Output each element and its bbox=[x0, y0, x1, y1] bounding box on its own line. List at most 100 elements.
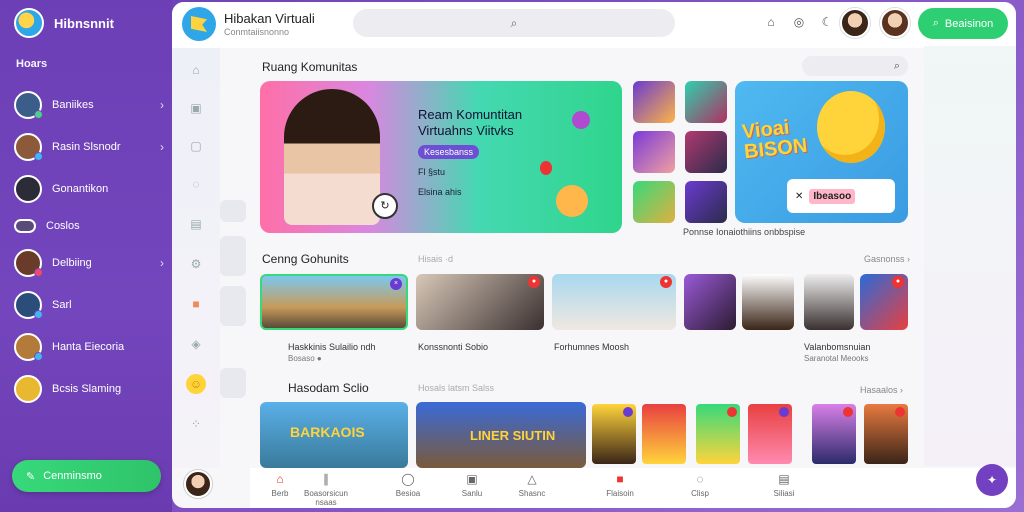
home-icon[interactable]: ⌂ bbox=[186, 60, 206, 80]
sidebar-item[interactable]: Coslos bbox=[14, 210, 164, 242]
chat-icon: ◯ bbox=[401, 472, 415, 486]
shield-icon[interactable]: ◈ bbox=[186, 334, 206, 354]
video-card[interactable]: × bbox=[260, 274, 408, 330]
sidebar-item[interactable]: Gonantikon bbox=[14, 168, 164, 210]
hero-banner[interactable]: ↻ Ream Komuntitan Virtuahns Viitvks Kese… bbox=[260, 81, 622, 233]
featured-card[interactable]: BARKAOIS bbox=[260, 402, 408, 468]
sidebar-item-label: Sarl bbox=[52, 299, 72, 311]
frame-icon[interactable]: ▢ bbox=[186, 136, 206, 156]
nav-item-box[interactable]: ▤ Siliasi bbox=[754, 472, 814, 498]
nav-item-message[interactable]: ◌ Clisp bbox=[670, 472, 730, 498]
filter-search-input[interactable]: ⌕ bbox=[802, 56, 908, 76]
see-more-link[interactable]: Gasnonss › bbox=[864, 254, 910, 264]
emoji-icon bbox=[556, 185, 588, 217]
sidebar-item-label: Delbiing bbox=[52, 257, 92, 269]
chat-icon[interactable]: ◌ bbox=[186, 174, 206, 194]
video-caption: Forhumnes Moosh bbox=[554, 342, 630, 352]
folder-icon[interactable]: ▤ bbox=[186, 214, 206, 234]
thumbnail[interactable] bbox=[633, 81, 675, 123]
search-button[interactable]: ⌕ Beaisinon bbox=[918, 8, 1008, 39]
balloon-icon bbox=[572, 111, 590, 129]
refresh-icon[interactable]: ↻ bbox=[372, 193, 398, 219]
section-tag: Hisais ·d bbox=[418, 254, 454, 264]
grid-icon[interactable]: ▣ bbox=[186, 98, 206, 118]
poster[interactable] bbox=[748, 404, 792, 464]
emoji-icon[interactable]: ☺ bbox=[186, 374, 206, 394]
avatar bbox=[14, 333, 43, 361]
thumbnail[interactable] bbox=[685, 131, 727, 173]
balloon-icon bbox=[540, 161, 552, 175]
thumbnail[interactable] bbox=[633, 181, 675, 223]
top-icons: ⌂ ◎ ☾ bbox=[764, 15, 834, 29]
section-title: Hasodam Sclio bbox=[288, 381, 369, 395]
search-icon: ⌕ bbox=[510, 15, 518, 30]
nav-item-card[interactable]: ■ Flaisoin bbox=[590, 472, 650, 498]
sidebar-item[interactable]: Delbiing › bbox=[14, 242, 164, 284]
thumbnail[interactable] bbox=[633, 131, 675, 173]
rail-panel-ghost bbox=[220, 236, 246, 276]
thumbnail[interactable] bbox=[685, 181, 727, 223]
nav-item-bell[interactable]: △ Shasnc bbox=[502, 472, 562, 498]
video-card[interactable]: ● bbox=[416, 274, 544, 330]
video-card[interactable] bbox=[804, 274, 854, 330]
nav-item-chat[interactable]: ◯ Besioa bbox=[378, 472, 438, 498]
gear-icon[interactable]: ⚙ bbox=[186, 254, 206, 274]
top-bar: Hibakan Virtuali Conmtaiisnonno ⌕ ⌂ ◎ ☾ … bbox=[172, 2, 1016, 48]
sidebar-item-label: Bcsis Slaming bbox=[52, 383, 122, 395]
sidebar-item[interactable]: Sarl bbox=[14, 284, 164, 326]
video-card[interactable] bbox=[684, 274, 736, 330]
poster[interactable] bbox=[812, 404, 856, 464]
search-input[interactable]: ⌕ bbox=[353, 9, 675, 37]
search-icon: ⌕ bbox=[893, 60, 900, 72]
nav-item-image[interactable]: ▣ Sanlu bbox=[442, 472, 502, 498]
app-title: Hibakan Virtuali bbox=[224, 11, 315, 26]
nav-item-bars[interactable]: ∥ Boasorsicun nsaas bbox=[296, 472, 356, 507]
featured-card[interactable]: LINER SIUTIN bbox=[416, 402, 586, 468]
sidebar-list: Baniikes › Rasin Slsnodr › Gonantikon Co… bbox=[14, 84, 164, 410]
nav-label: Besioa bbox=[395, 489, 421, 498]
video-subcaption: Bosaso ● bbox=[288, 354, 322, 363]
poster[interactable] bbox=[642, 404, 686, 464]
video-card[interactable]: ● bbox=[552, 274, 676, 330]
sidebar-item[interactable]: Rasin Slsnodr › bbox=[14, 126, 164, 168]
avatar[interactable] bbox=[184, 470, 212, 498]
sidebar: Hibnsnnit Hoars Baniikes › Rasin Slsnodr… bbox=[0, 0, 172, 512]
sidebar-item[interactable]: Hanta Eiecoria bbox=[14, 326, 164, 368]
sidebar-item[interactable]: Bcsis Slaming bbox=[14, 368, 164, 410]
sidebar-cta-button[interactable]: ✎ Cenminsmo bbox=[12, 460, 161, 492]
promo-caption: Ponnse Ionaiothiins onbbspise bbox=[683, 227, 806, 237]
poster[interactable] bbox=[592, 404, 636, 464]
badge-icon: ● bbox=[660, 276, 672, 288]
badge-icon: ● bbox=[528, 276, 540, 288]
avatar[interactable] bbox=[880, 8, 910, 38]
rail-panel-ghost bbox=[220, 200, 246, 222]
avatar bbox=[14, 291, 43, 319]
video-card[interactable]: ● bbox=[860, 274, 908, 330]
promo-cta[interactable]: ✕ Ibeasoo bbox=[787, 179, 895, 213]
box-icon[interactable]: ■ bbox=[186, 294, 206, 314]
chat-icon: ✦ bbox=[986, 473, 998, 487]
badge-icon: ● bbox=[892, 276, 904, 288]
promo-card[interactable]: Vioai BISON ✕ Ibeasoo bbox=[735, 81, 908, 223]
apps-icon[interactable]: ⁘ bbox=[186, 414, 206, 434]
poster[interactable] bbox=[864, 404, 908, 464]
video-card[interactable] bbox=[742, 274, 794, 330]
nav-label: Sanlu bbox=[461, 489, 483, 498]
chevron-right-icon: › bbox=[160, 256, 164, 270]
brand[interactable]: Hibnsnnit bbox=[14, 8, 114, 38]
hero-line: Fl §stu bbox=[418, 167, 446, 177]
floating-action-button[interactable]: ✦ bbox=[976, 464, 1008, 496]
avatar[interactable] bbox=[840, 8, 870, 38]
app-logo-icon[interactable] bbox=[182, 7, 216, 41]
settings-icon[interactable]: ◎ bbox=[792, 15, 806, 29]
poster[interactable] bbox=[696, 404, 740, 464]
see-more-link[interactable]: Hasaalos › bbox=[860, 385, 903, 395]
app-subtitle: Conmtaiisnonno bbox=[224, 27, 290, 37]
sidebar-item[interactable]: Baniikes › bbox=[14, 84, 164, 126]
bell-icon[interactable]: ⌂ bbox=[764, 15, 778, 29]
sidebar-item-label: Rasin Slsnodr bbox=[52, 141, 121, 153]
avatar bbox=[14, 219, 36, 233]
moon-icon[interactable]: ☾ bbox=[820, 15, 834, 29]
thumbnail[interactable] bbox=[685, 81, 727, 123]
image-icon: ▣ bbox=[466, 472, 478, 486]
